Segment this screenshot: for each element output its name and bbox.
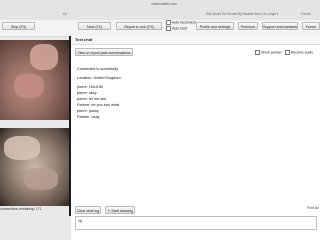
browser-chrome: chatroulette.com Ch Elle Sucks Ex Friend…	[0, 0, 320, 21]
stop-button[interactable]: Stop (F3)	[2, 22, 35, 30]
message-input[interactable]: ntj	[75, 216, 317, 230]
chat-message: pierre: HUUUM	[77, 85, 103, 89]
auto-reconnect-checkbox[interactable]: Auto reconnect	[166, 20, 196, 25]
support-button[interactable]: Support and contacts	[262, 22, 298, 30]
address-bar[interactable]: chatroulette.com	[140, 2, 188, 7]
font-size-control[interactable]: Font siz	[307, 206, 319, 210]
checkbox-box[interactable]	[166, 26, 171, 31]
checkbox-box[interactable]	[166, 20, 171, 25]
self-video	[0, 128, 69, 206]
receive-audio-checkbox[interactable]: Receive audio	[285, 50, 313, 55]
chat-message: Partner: okay	[77, 115, 100, 119]
premium-button[interactable]: Premium	[238, 22, 258, 30]
start-drawing-label: Start drawing	[111, 209, 133, 213]
toolbar: Stop (F3) Next (F2) Report & next (F4) A…	[0, 20, 320, 37]
chat-message: Location: United Kingdom	[77, 76, 121, 80]
chat-title: Text chat	[75, 37, 93, 42]
clear-chat-button[interactable]: Clear chat log	[75, 206, 101, 214]
chat-header: Text chat	[71, 36, 320, 45]
partner-video	[0, 40, 69, 120]
connections-status: connections remaining: 171	[0, 207, 42, 211]
forum-button[interactable]: Forum	[302, 22, 320, 30]
video-shape	[24, 168, 58, 190]
show-partner-checkbox[interactable]: Show partner	[255, 50, 282, 55]
chat-message: pierre: sexy	[77, 91, 97, 95]
report-next-button[interactable]: Report & next (F4)	[116, 22, 162, 30]
chat-message: pierre: pussy	[77, 109, 99, 113]
video-shape	[4, 136, 40, 160]
auto-reconnect-label: Auto reconnect	[172, 20, 196, 25]
show-partner-label: Show partner	[261, 50, 282, 55]
browser-tab-left[interactable]: Ch	[60, 10, 70, 18]
message-input-text: ntj	[78, 219, 82, 223]
checkbox-box[interactable]	[285, 50, 290, 55]
video-shape	[14, 74, 44, 98]
chat-message: pierre: let me see	[77, 97, 107, 101]
profile-settings-button[interactable]: Profile and settings	[196, 22, 234, 30]
pencil-icon: ✎	[107, 209, 111, 213]
receive-audio-label: Receive audio	[291, 50, 314, 55]
browser-tab-forum[interactable]: Forum	[296, 10, 316, 18]
view-report-button[interactable]: View or report past conversations	[75, 48, 133, 56]
chat-panel: Text chat View or report past conversati…	[71, 36, 320, 240]
chat-message: Partner: let you see what	[77, 103, 119, 107]
chat-message: Connected to somebody	[77, 67, 119, 71]
auto-start-checkbox[interactable]: Auto start	[166, 26, 187, 31]
video-shape	[30, 44, 58, 70]
auto-start-label: Auto start	[172, 26, 187, 31]
start-drawing-button[interactable]: ✎ Start drawing	[105, 206, 135, 214]
checkbox-box[interactable]	[255, 50, 260, 55]
next-button[interactable]: Next (F2)	[78, 22, 111, 30]
browser-tab-right[interactable]: Elle Sucks Ex Friends By Faceink Avec Un…	[206, 10, 278, 18]
